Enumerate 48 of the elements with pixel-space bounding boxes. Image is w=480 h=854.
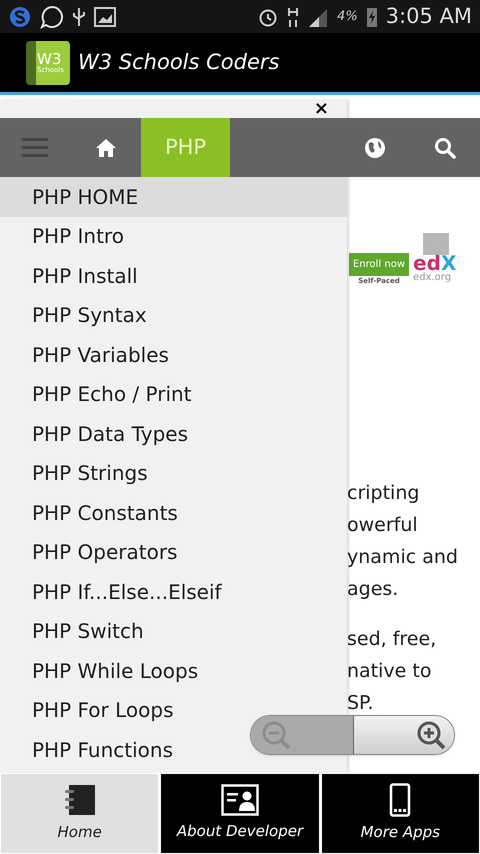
menu-item[interactable]: PHP Operators	[0, 532, 347, 572]
usb-icon	[72, 6, 86, 28]
zoom-control[interactable]	[250, 715, 455, 755]
bottom-tab[interactable]: Home	[1, 774, 158, 853]
article-text-line: owerful	[347, 512, 419, 538]
app-title: W3 Schools Coders	[78, 48, 280, 76]
close-button[interactable]: ×	[314, 100, 329, 118]
battery-percent: 4%	[337, 8, 358, 26]
battery-icon	[366, 6, 378, 28]
ad-domain: edx.org	[413, 273, 452, 283]
zoom-out-icon	[261, 720, 291, 750]
menu-item[interactable]: PHP Echo / Print	[0, 374, 347, 414]
article-text-line: SP.	[347, 690, 375, 716]
clock: 3:05 AM	[386, 2, 472, 30]
menu-item[interactable]: PHP HOME	[0, 177, 347, 216]
profile-card-icon	[220, 784, 259, 816]
search-icon	[434, 136, 456, 158]
zoom-in-icon	[416, 720, 446, 750]
article-text-line: ynamic and	[347, 544, 459, 570]
bottom-tab[interactable]: About Developer	[161, 774, 319, 853]
notebook-icon	[62, 783, 97, 818]
chat-bubble-icon	[40, 4, 64, 28]
edx-logo: edX	[413, 253, 456, 273]
menu-item[interactable]: PHP For Loops	[0, 690, 347, 730]
menu-item[interactable]: PHP Data Types	[0, 414, 347, 454]
logo-text: W3	[37, 52, 62, 66]
zoom-in-button[interactable]	[354, 716, 454, 754]
menu-item[interactable]: PHP Variables	[0, 335, 347, 374]
bottom-tab[interactable]: More Apps	[322, 774, 479, 853]
menu-icon	[22, 136, 48, 158]
article-text-line: ages.	[347, 576, 400, 602]
menu-item[interactable]: PHP Syntax	[0, 296, 347, 335]
data-arrows-icon	[287, 6, 300, 28]
article-text-line: sed, free,	[347, 626, 438, 652]
menu-item[interactable]: PHP Switch	[0, 612, 347, 651]
menu-item[interactable]: PHP If...Else...Elseif	[0, 572, 347, 612]
article-text-line: native to	[347, 658, 432, 684]
menu-item[interactable]: PHP Constants	[0, 493, 347, 532]
menu-item[interactable]: PHP While Loops	[0, 651, 347, 690]
home-icon	[94, 138, 116, 158]
menu-item[interactable]: PHP Install	[0, 256, 347, 296]
article-text-line: cripting	[347, 480, 420, 506]
image-icon	[94, 6, 116, 26]
menu-item[interactable]: PHP Intro	[0, 216, 347, 256]
globe-icon	[364, 136, 386, 158]
skype-icon	[8, 4, 32, 28]
phone-icon	[389, 783, 412, 818]
menu-item[interactable]: PHP Strings	[0, 454, 347, 493]
